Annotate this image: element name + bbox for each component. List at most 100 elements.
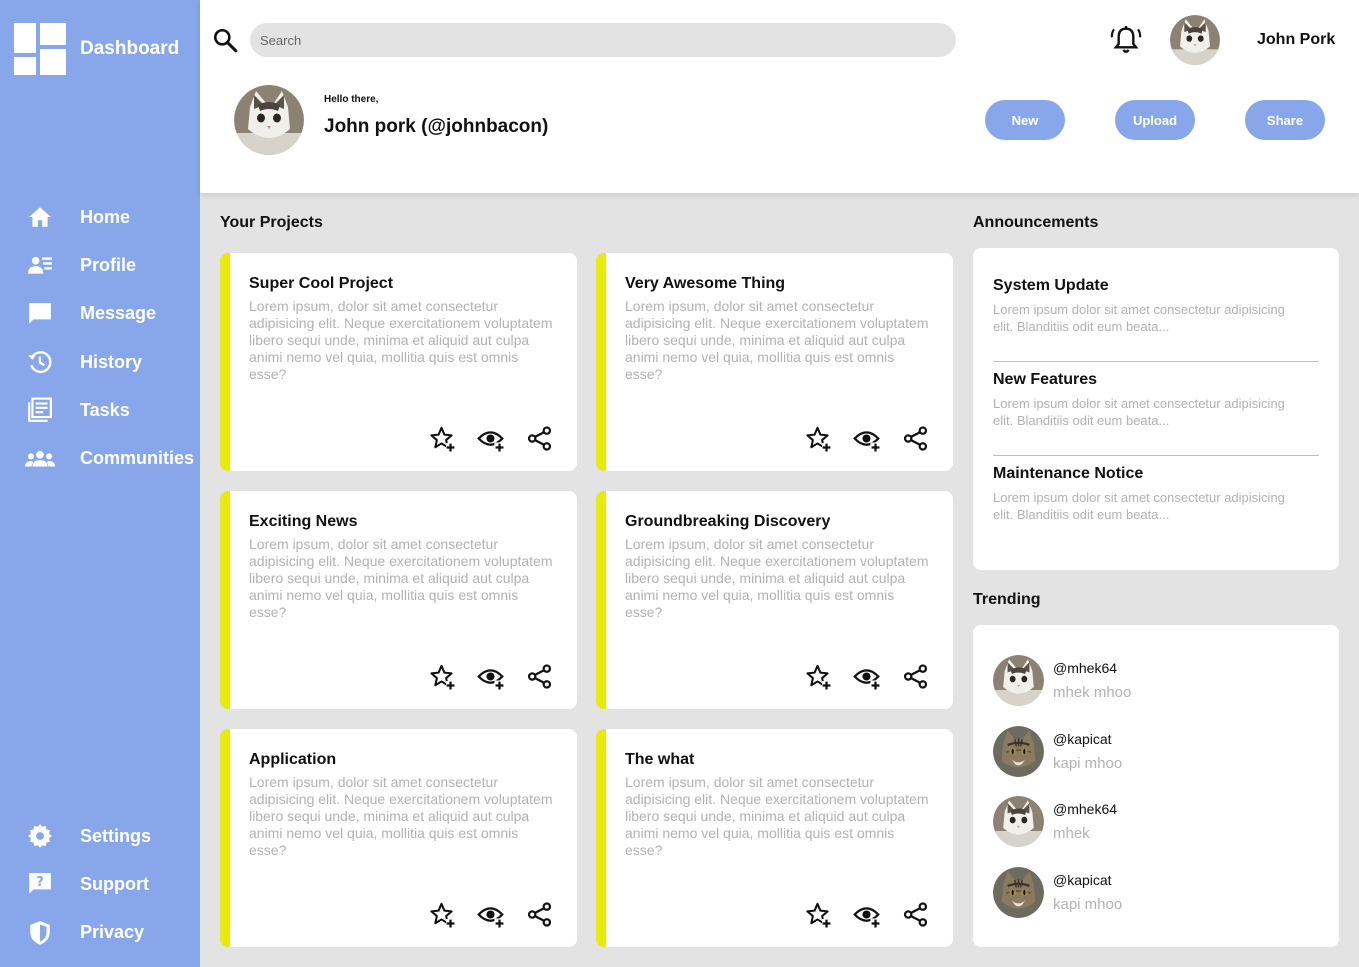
sidebar-item-label: Tasks xyxy=(80,399,130,420)
project-title: Very Awesome Thing xyxy=(625,275,786,292)
project-title: Groundbreaking Discovery xyxy=(625,513,831,530)
trending-user[interactable]: @mhek64 mhek xyxy=(993,795,1117,847)
sidebar-item-label: Support xyxy=(80,873,149,894)
project-actions xyxy=(428,425,553,452)
project-card[interactable]: Groundbreaking Discovery Lorem ipsum, dol… xyxy=(596,491,953,709)
sidebar-item-settings[interactable]: Settings xyxy=(0,812,200,860)
project-card[interactable]: Exciting News Lorem ipsum, dolor sit amet… xyxy=(220,491,577,709)
sidebar-item-label: Communities xyxy=(80,448,195,469)
project-title: The what xyxy=(625,751,695,768)
avatar xyxy=(993,726,1044,777)
new-button[interactable]: New xyxy=(985,100,1065,140)
eye-plus-icon[interactable] xyxy=(477,901,504,928)
star-plus-icon[interactable] xyxy=(428,901,455,928)
user-avatar[interactable] xyxy=(1170,15,1220,65)
project-title: Exciting News xyxy=(249,513,358,530)
svg-text:?: ? xyxy=(36,876,44,891)
divider xyxy=(993,455,1319,456)
history-icon xyxy=(25,347,55,377)
announcement-item[interactable]: New Features Lorem ipsum dolor sit amet … xyxy=(993,371,1319,429)
gear-icon xyxy=(25,821,55,851)
profile-avatar xyxy=(234,85,304,155)
share-icon[interactable] xyxy=(902,425,929,452)
brand-title: Dashboard xyxy=(80,38,180,59)
project-title: Application xyxy=(249,751,337,768)
project-description: Lorem ipsum, dolor sit amet consectetur … xyxy=(249,774,553,858)
project-card[interactable]: Super Cool Project Lorem ipsum, dolor sit… xyxy=(220,253,577,471)
search-icon[interactable] xyxy=(212,27,238,53)
sidebar-item-home[interactable]: Home xyxy=(0,193,200,241)
share-icon[interactable] xyxy=(902,663,929,690)
trending-name: mhek mhoo xyxy=(1053,683,1132,701)
message-icon xyxy=(25,299,55,329)
star-plus-icon[interactable] xyxy=(804,425,831,452)
eye-plus-icon[interactable] xyxy=(853,901,880,928)
trending-user[interactable]: @mhek64 mhek mhoo xyxy=(993,654,1131,706)
star-plus-icon[interactable] xyxy=(804,901,831,928)
user-name[interactable]: John Pork xyxy=(1257,31,1335,49)
project-description: Lorem ipsum, dolor sit amet consectetur … xyxy=(625,774,929,858)
notification-bell-icon[interactable] xyxy=(1110,24,1142,56)
eye-plus-icon[interactable] xyxy=(853,425,880,452)
announcement-item[interactable]: Maintenance Notice Lorem ipsum dolor sit… xyxy=(993,465,1319,523)
trending-name: kapi mhoo xyxy=(1053,754,1123,772)
trending-handle: @mhek64 xyxy=(1053,800,1118,817)
project-title: Super Cool Project xyxy=(249,275,394,292)
shield-icon xyxy=(25,918,55,948)
search-input[interactable] xyxy=(250,23,956,57)
share-icon[interactable] xyxy=(526,901,553,928)
sidebar-item-privacy[interactable]: Privacy xyxy=(0,909,200,957)
project-card[interactable]: Very Awesome Thing Lorem ipsum, dolor sit… xyxy=(596,253,953,471)
trending-handle: @mhek64 xyxy=(1053,659,1118,676)
trending-user[interactable]: @kapicat kapi mhoo xyxy=(993,725,1122,777)
project-card[interactable]: The what Lorem ipsum, dolor sit amet cons… xyxy=(596,729,953,947)
eye-plus-icon[interactable] xyxy=(477,425,504,452)
brand[interactable]: Dashboard xyxy=(14,23,179,75)
sidebar-nav-main: Home Profile Message History Tasks Commu… xyxy=(0,193,200,483)
trending-user[interactable]: @kapicat kapi mhoo xyxy=(993,866,1122,918)
tasks-icon xyxy=(25,395,55,425)
project-actions xyxy=(804,425,929,452)
star-plus-icon[interactable] xyxy=(428,425,455,452)
help-icon: ? xyxy=(25,869,55,899)
sidebar-nav-footer: Settings ? Support Privacy xyxy=(0,812,200,957)
upload-button[interactable]: Upload xyxy=(1115,100,1195,140)
sidebar-item-profile[interactable]: Profile xyxy=(0,241,200,289)
announcement-title: System Update xyxy=(993,277,1109,294)
profile-full-name: John pork (@johnbacon) xyxy=(324,116,549,137)
trending-handle: @kapicat xyxy=(1053,730,1112,747)
avatar xyxy=(993,867,1044,918)
announcement-item[interactable]: System Update Lorem ipsum dolor sit amet… xyxy=(993,277,1319,335)
announcement-body: Lorem ipsum dolor sit amet consectetur a… xyxy=(993,302,1285,334)
sidebar-item-label: Settings xyxy=(80,825,152,846)
share-icon[interactable] xyxy=(902,901,929,928)
project-card[interactable]: Application Lorem ipsum, dolor sit amet c… xyxy=(220,729,577,947)
star-plus-icon[interactable] xyxy=(428,663,455,690)
sidebar-item-label: Privacy xyxy=(80,922,145,943)
sidebar-item-communities[interactable]: Communities xyxy=(0,434,200,482)
sidebar-item-tasks[interactable]: Tasks xyxy=(0,386,200,434)
sidebar-item-message[interactable]: Message xyxy=(0,290,200,338)
announcement-title: Maintenance Notice xyxy=(993,465,1144,482)
sidebar-item-history[interactable]: History xyxy=(0,338,200,386)
project-actions xyxy=(804,901,929,928)
project-description: Lorem ipsum, dolor sit amet consectetur … xyxy=(249,298,553,382)
project-actions xyxy=(428,901,553,928)
top-header: John Pork Hello there, John pork (@johnb… xyxy=(200,0,1359,193)
sidebar-item-label: Message xyxy=(80,303,157,324)
sidebar-item-support[interactable]: ? Support xyxy=(0,860,200,908)
announcements-section-title: Announcements xyxy=(973,214,1099,231)
star-plus-icon[interactable] xyxy=(804,663,831,690)
eye-plus-icon[interactable] xyxy=(477,663,504,690)
trending-panel: @mhek64 mhek mhoo @kapicat kapi mhoo @mh… xyxy=(973,625,1339,947)
trending-section-title: Trending xyxy=(973,591,1041,608)
share-icon[interactable] xyxy=(526,425,553,452)
share-button[interactable]: Share xyxy=(1245,100,1325,140)
project-actions xyxy=(428,663,553,690)
sidebar-item-label: Profile xyxy=(80,254,137,275)
eye-plus-icon[interactable] xyxy=(853,663,880,690)
share-icon[interactable] xyxy=(526,663,553,690)
avatar xyxy=(993,655,1044,706)
communities-icon xyxy=(25,444,55,474)
sidebar-item-label: History xyxy=(80,351,143,372)
